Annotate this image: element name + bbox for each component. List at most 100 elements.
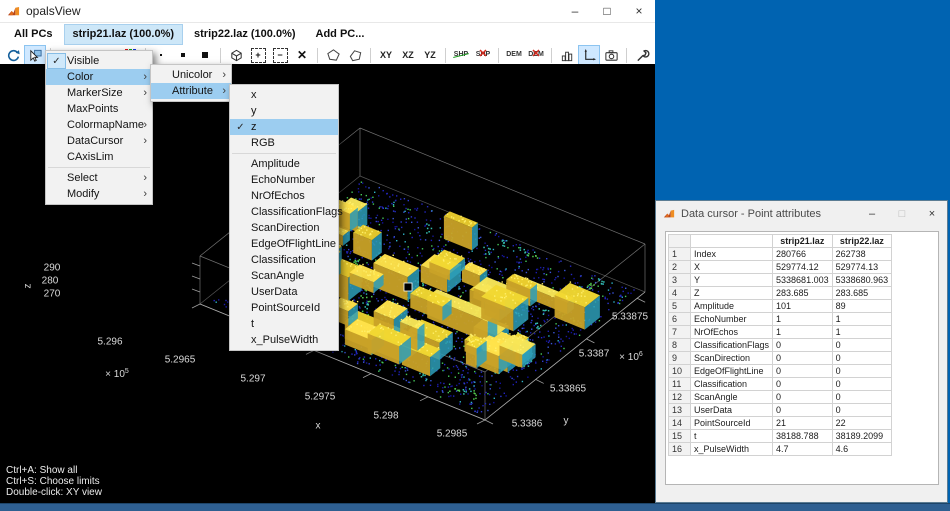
menu-item-amplitude[interactable]: Amplitude bbox=[230, 156, 338, 172]
dc-minimize-button[interactable]: – bbox=[857, 201, 887, 226]
menu-item-select[interactable]: Select› bbox=[46, 170, 152, 186]
zoom-out-button[interactable]: − bbox=[270, 46, 290, 64]
table-row-edgeofflightline[interactable]: 10EdgeOfFlightLine00 bbox=[669, 365, 892, 378]
close-button[interactable]: × bbox=[623, 0, 655, 22]
menu-item-colormapname[interactable]: ColormapName› bbox=[46, 117, 152, 133]
menu-item-scanangle[interactable]: ScanAngle bbox=[230, 268, 338, 284]
column-header-strip22-laz[interactable]: strip22.laz bbox=[832, 235, 892, 248]
menu-item-attribute[interactable]: Attribute› bbox=[151, 83, 231, 99]
dem-overlay-button[interactable]: DEM bbox=[504, 46, 524, 64]
menu-item-visible[interactable]: ✓Visible bbox=[46, 53, 152, 69]
attribute-table-panel: strip21.lazstrip22.laz1Index280766262738… bbox=[665, 231, 939, 485]
menu-item-color[interactable]: Color› bbox=[46, 69, 152, 85]
table-row-t[interactable]: 15t38188.78838189.2099 bbox=[669, 430, 892, 443]
menu-item-markersize[interactable]: MarkerSize› bbox=[46, 85, 152, 101]
x-tick-label: 5.2985 bbox=[437, 429, 468, 440]
table-row-pointsourceid[interactable]: 14PointSourceId2122 bbox=[669, 417, 892, 430]
shp-overlay-button[interactable]: SHP bbox=[451, 46, 471, 64]
histogram-button[interactable] bbox=[557, 46, 577, 64]
table-row-scanangle[interactable]: 12ScanAngle00 bbox=[669, 391, 892, 404]
dc-titlebar[interactable]: Data cursor - Point attributes – □ × bbox=[656, 201, 947, 226]
marker-size-small-button[interactable] bbox=[151, 46, 171, 64]
zoom-in-button[interactable]: + bbox=[248, 46, 268, 64]
menu-item-x[interactable]: x bbox=[230, 87, 338, 103]
data-cursor-button[interactable] bbox=[25, 46, 45, 64]
marker-size-large-button[interactable] bbox=[195, 46, 215, 64]
row-number: 7 bbox=[669, 326, 691, 339]
tab-strip21-laz-100-0[interactable]: strip21.laz (100.0%) bbox=[65, 25, 183, 44]
table-row-scandirection[interactable]: 9ScanDirection00 bbox=[669, 352, 892, 365]
shp-remove-button[interactable]: SHP✕ bbox=[473, 46, 493, 64]
camera-button[interactable] bbox=[601, 46, 621, 64]
row-number: 11 bbox=[669, 378, 691, 391]
table-row-echonumber[interactable]: 6EchoNumber11 bbox=[669, 313, 892, 326]
polygon-select-button[interactable] bbox=[323, 46, 343, 64]
menu-item-modify[interactable]: Modify› bbox=[46, 186, 152, 202]
menu-gutter bbox=[230, 285, 251, 299]
dem-remove-button[interactable]: DEM✕ bbox=[526, 46, 546, 64]
x-tick-label: 5.297 bbox=[240, 374, 265, 385]
table-row-classificationflags[interactable]: 8ClassificationFlags00 bbox=[669, 339, 892, 352]
minimize-button[interactable]: – bbox=[559, 0, 591, 22]
table-row-index[interactable]: 1Index280766262738 bbox=[669, 248, 892, 261]
polygon-select-alt-button[interactable] bbox=[345, 46, 365, 64]
menu-item-x-pulsewidth[interactable]: x_PulseWidth bbox=[230, 332, 338, 348]
view-xy-button[interactable]: XY bbox=[376, 46, 396, 64]
dc-maximize-button[interactable]: □ bbox=[887, 201, 917, 226]
menu-item-echonumber[interactable]: EchoNumber bbox=[230, 172, 338, 188]
table-row-userdata[interactable]: 13UserData00 bbox=[669, 404, 892, 417]
attribute-name: Index bbox=[691, 248, 773, 261]
table-row-classification[interactable]: 11Classification00 bbox=[669, 378, 892, 391]
menu-item-pointsourceid[interactable]: PointSourceId bbox=[230, 300, 338, 316]
menu-item-rgb[interactable]: RGB bbox=[230, 135, 338, 151]
menu-item-label: Classification bbox=[251, 254, 316, 266]
table-row-nrofechos[interactable]: 7NrOfEchos11 bbox=[669, 326, 892, 339]
menu-item-userdata[interactable]: UserData bbox=[230, 284, 338, 300]
column-header-strip21-laz[interactable]: strip21.laz bbox=[773, 235, 833, 248]
attribute-value: 1 bbox=[832, 313, 892, 326]
attribute-value: 101 bbox=[773, 300, 833, 313]
menu-gutter bbox=[230, 88, 251, 102]
view-cube-button[interactable] bbox=[226, 46, 246, 64]
rotate-3d-button[interactable] bbox=[3, 46, 23, 64]
taskbar[interactable] bbox=[0, 503, 950, 511]
dc-close-button[interactable]: × bbox=[917, 201, 947, 226]
menu-item-label: NrOfEchos bbox=[251, 190, 305, 202]
table-row-x-pulsewidth[interactable]: 16x_PulseWidth4.74.6 bbox=[669, 443, 892, 456]
camera-icon bbox=[604, 48, 619, 63]
menu-item-y[interactable]: y bbox=[230, 103, 338, 119]
attribute-value: 5338680.963 bbox=[832, 274, 892, 287]
menu-item-classification[interactable]: Classification bbox=[230, 252, 338, 268]
marker-size-medium-button[interactable] bbox=[173, 46, 193, 64]
axes-button[interactable] bbox=[579, 46, 599, 64]
window-title: opalsView bbox=[26, 4, 80, 18]
table-row-x[interactable]: 2X529774.12529774.13 bbox=[669, 261, 892, 274]
tab-strip22-laz-100-0[interactable]: strip22.laz (100.0%) bbox=[186, 25, 304, 44]
dc-window-title: Data cursor - Point attributes bbox=[681, 208, 821, 220]
menu-item-z[interactable]: ✓z bbox=[230, 119, 338, 135]
menu-item-edgeofflightline[interactable]: EdgeOfFlightLine bbox=[230, 236, 338, 252]
point-attribute-table: strip21.lazstrip22.laz1Index280766262738… bbox=[668, 234, 892, 456]
menu-item-t[interactable]: t bbox=[230, 316, 338, 332]
maximize-button[interactable]: □ bbox=[591, 0, 623, 22]
menu-item-caxislim[interactable]: CAxisLim bbox=[46, 149, 152, 165]
clear-selection-button[interactable]: ✕ bbox=[292, 46, 312, 64]
main-titlebar[interactable]: opalsView – □ × bbox=[0, 0, 655, 23]
view-xz-button[interactable]: XZ bbox=[398, 46, 418, 64]
data-cursor-marker[interactable] bbox=[404, 283, 412, 291]
menu-item-classificationflags[interactable]: ClassificationFlags bbox=[230, 204, 338, 220]
view-yz-button[interactable]: YZ bbox=[420, 46, 440, 64]
attribute-value: 280766 bbox=[773, 248, 833, 261]
measure-tool-button[interactable] bbox=[632, 46, 652, 64]
menu-item-datacursor[interactable]: DataCursor› bbox=[46, 133, 152, 149]
tab-all-pcs[interactable]: All PCs bbox=[6, 25, 61, 44]
color-submenu: Unicolor›Attribute› bbox=[150, 64, 232, 102]
menu-item-scandirection[interactable]: ScanDirection bbox=[230, 220, 338, 236]
tab-add-pc[interactable]: Add PC... bbox=[308, 25, 373, 44]
table-row-y[interactable]: 3Y5338681.0035338680.963 bbox=[669, 274, 892, 287]
table-row-amplitude[interactable]: 5Amplitude10189 bbox=[669, 300, 892, 313]
menu-item-unicolor[interactable]: Unicolor› bbox=[151, 67, 231, 83]
menu-item-nrofechos[interactable]: NrOfEchos bbox=[230, 188, 338, 204]
menu-item-maxpoints[interactable]: MaxPoints bbox=[46, 101, 152, 117]
table-row-z[interactable]: 4Z283.685283.685 bbox=[669, 287, 892, 300]
